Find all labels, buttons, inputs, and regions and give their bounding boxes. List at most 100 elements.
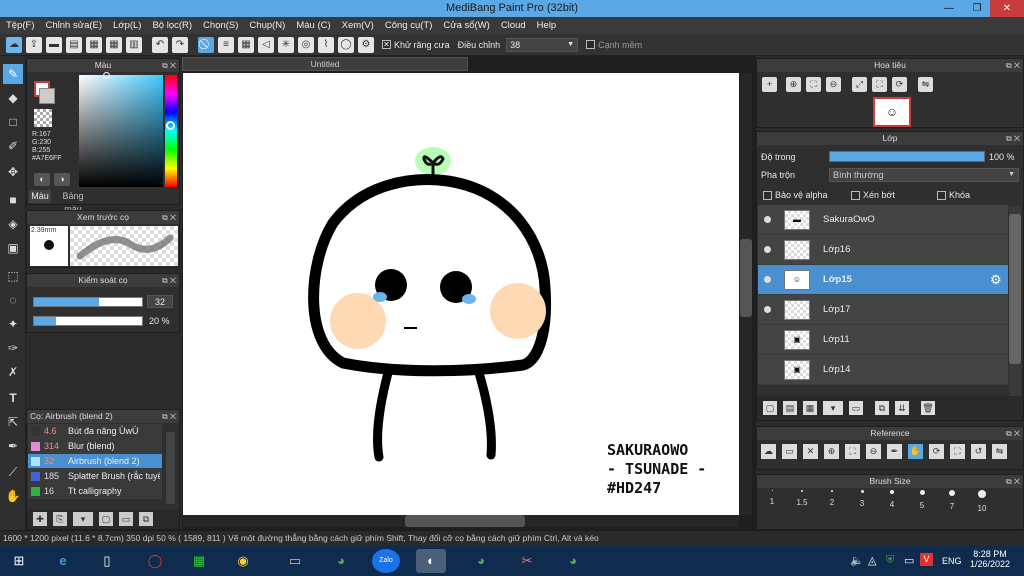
close-icon[interactable]: ✕ (803, 444, 818, 459)
add-brush-icon[interactable]: ✚ (33, 512, 47, 526)
protect-alpha-checkbox[interactable]: Bảo vệ alpha (763, 190, 828, 201)
eyedropper-tool-icon[interactable]: ✒ (3, 436, 23, 456)
delete-layer-icon[interactable]: 🗑 (921, 401, 935, 415)
grid-icon[interactable]: ▦ (106, 36, 122, 53)
menu-edit[interactable]: Chỉnh sửa(E) (46, 20, 103, 31)
panel-controls-icon[interactable]: ⧉ ✕ (162, 59, 176, 72)
hue-slider-handle[interactable] (166, 121, 175, 130)
layer-row-selected[interactable]: ☺ Lớp15 ⚙ (758, 265, 1008, 295)
zoom-in-icon[interactable]: ⊕ (786, 77, 801, 92)
folder-icon[interactable]: ▭ (849, 401, 863, 415)
share-icon[interactable]: ⇪ (26, 36, 42, 53)
zoom-in-icon[interactable]: + (762, 77, 777, 92)
panel-controls-icon[interactable]: ⧉ ✕ (1006, 427, 1020, 440)
brush-size-option[interactable]: 1.5 (788, 490, 816, 507)
fit-icon[interactable]: ⛶ (806, 77, 821, 92)
pen-tool-icon[interactable]: ✐ (3, 136, 23, 156)
adjust-select[interactable]: 38 ▼ (506, 37, 579, 52)
select-pen-tool-icon[interactable]: ✑ (3, 338, 23, 358)
chrome-icon[interactable]: ◕ (466, 549, 496, 573)
language-indicator[interactable]: ENG (942, 556, 962, 566)
ellipse-snap-icon[interactable]: ◯ (338, 36, 354, 53)
brush-size-option[interactable]: 5 (908, 490, 936, 510)
layer-scrollbar[interactable] (1009, 206, 1021, 396)
windows-start-icon[interactable]: ⊞ (4, 549, 34, 573)
panel-controls-icon[interactable]: ⧉ ✕ (162, 274, 176, 287)
document-icon[interactable]: ▦ (86, 36, 102, 53)
layer-settings-icon[interactable]: ⚙ (990, 272, 1002, 288)
folder-icon[interactable]: ▭ (119, 512, 133, 526)
brush-size-option[interactable]: 1 (758, 490, 786, 506)
file-icon[interactable]: ▢ (99, 512, 113, 526)
layer-row[interactable]: Lớp16 (758, 235, 1008, 265)
zoom-in-icon[interactable]: ⊕ (824, 444, 839, 459)
duplicate-icon[interactable]: ⧉ (139, 512, 153, 526)
brush-size-option[interactable]: 10 (968, 490, 996, 513)
menu-help[interactable]: Help (537, 20, 557, 31)
brush-size-slider[interactable] (33, 297, 143, 307)
new-halftone-layer-icon[interactable]: ▤ (783, 401, 797, 415)
dot-tool-icon[interactable]: □ (3, 112, 23, 132)
flip-icon[interactable]: ⇋ (918, 77, 933, 92)
flip-icon[interactable]: ⇋ (992, 444, 1007, 459)
fullscreen-icon[interactable]: ⛶ (872, 77, 887, 92)
pages-icon[interactable]: ▥ (126, 36, 142, 53)
parallel-snap-icon[interactable]: ≡ (218, 36, 234, 53)
panel-controls-icon[interactable]: ⧉ ✕ (1006, 132, 1020, 145)
fit-icon[interactable]: ⛶ (845, 444, 860, 459)
snap-settings-icon[interactable]: ⚙ (358, 36, 374, 53)
wifi-icon[interactable]: ◬ (868, 554, 876, 567)
brush-menu-icon[interactable]: ▾ (73, 512, 93, 526)
brush-item[interactable]: 16 Tt calligraphy (28, 484, 162, 499)
duplicate-layer-icon[interactable]: ⧉ (875, 401, 889, 415)
menu-cloud[interactable]: Cloud (501, 20, 526, 31)
minimize-button[interactable]: — (936, 0, 962, 17)
visibility-icon[interactable] (764, 306, 771, 313)
excel-icon[interactable]: ▦ (184, 549, 214, 573)
hscroll-thumb[interactable] (405, 515, 525, 527)
grid-snap-icon[interactable]: ▦ (238, 36, 254, 53)
merge-layer-icon[interactable]: ⇊ (895, 401, 909, 415)
layer-opacity-slider[interactable] (829, 151, 985, 162)
zoom-out-icon[interactable]: ⊖ (826, 77, 841, 92)
tab-palette[interactable]: Bảng màu (53, 190, 93, 214)
brush-tool-icon[interactable]: ✎ (3, 64, 23, 84)
panel-controls-icon[interactable]: ⧉ ✕ (162, 410, 176, 423)
brush-size-option[interactable]: 3 (848, 490, 876, 508)
brush-item[interactable]: 185 Splatter Brush (rắc tuyết) (28, 469, 162, 484)
clock[interactable]: 8:28 PM 1/26/2022 (968, 549, 1012, 569)
menu-window[interactable]: Cửa sổ(W) (443, 20, 489, 31)
curve-snap-icon[interactable]: ⌇ (318, 36, 334, 53)
palette-icon[interactable]: ◐ (34, 173, 50, 186)
layer-menu-icon[interactable]: ▾ (823, 401, 843, 415)
tab-color[interactable]: Màu (29, 190, 51, 203)
cloud-icon[interactable]: ☁ (761, 444, 776, 459)
copy-brush-icon[interactable]: ⎘ (53, 512, 67, 526)
lasso-tool-icon[interactable]: ◌ (3, 290, 23, 310)
opera-icon[interactable]: ◯ (140, 549, 170, 573)
antialias-checkbox[interactable]: ✕ Khử răng cưa (382, 40, 450, 50)
cloud-icon[interactable]: ☁ (6, 36, 22, 53)
undo-icon[interactable]: ↶ (152, 36, 168, 53)
color-mixer-icon[interactable]: ◑ (54, 173, 70, 186)
close-button[interactable]: ✕ (990, 0, 1024, 17)
perspective-snap-icon[interactable]: ◁ (258, 36, 274, 53)
clipping-checkbox[interactable]: Xén bớt (851, 190, 895, 201)
layer-row[interactable]: ▣ Lớp14 (758, 355, 1008, 385)
new-8bit-layer-icon[interactable]: ▦ (803, 401, 817, 415)
tab-canvas[interactable]: Untitled (182, 57, 468, 71)
brush-size-option[interactable]: 4 (878, 490, 906, 509)
soft-edge-checkbox[interactable]: Cạnh mềm (586, 40, 642, 50)
brush-item-selected[interactable]: 32 Airbrush (blend 2) (28, 454, 162, 469)
navigator-thumbnail[interactable]: ☺ (873, 97, 911, 127)
eraser-tool-icon[interactable]: ◆ (3, 88, 23, 108)
move-tool-icon[interactable]: ✥ (3, 162, 23, 182)
canvas-hscroll[interactable] (183, 515, 739, 527)
internet-explorer-icon[interactable]: e (48, 549, 78, 573)
brush-size-option[interactable]: 2 (818, 490, 846, 507)
brush-opacity-slider[interactable] (33, 316, 143, 326)
saturation-value-picker[interactable] (79, 75, 163, 187)
page-icon[interactable]: ▤ (66, 36, 82, 53)
menu-tools[interactable]: Công cụ(T) (385, 20, 433, 31)
fullscreen-icon[interactable]: ⛶ (950, 444, 965, 459)
